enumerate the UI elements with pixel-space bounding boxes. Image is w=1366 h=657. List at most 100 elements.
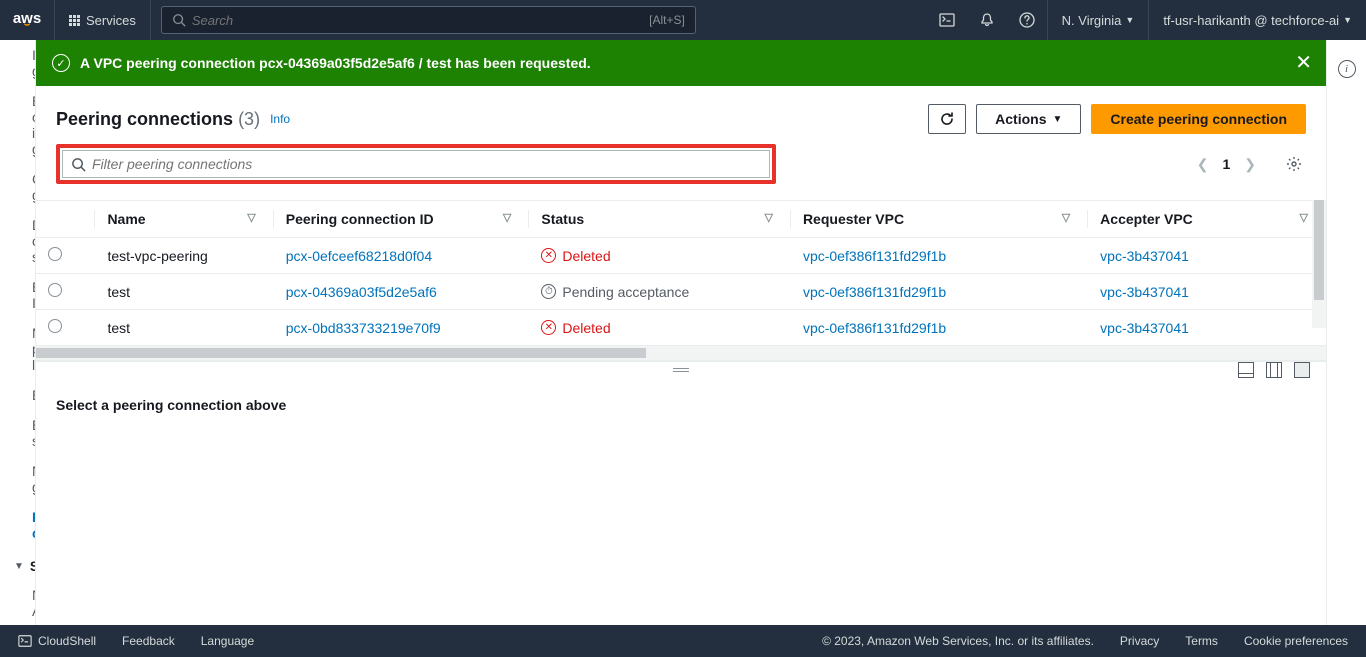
success-flash: A VPC peering connection pcx-04369a03f5d…: [36, 40, 1326, 86]
horizontal-scrollbar[interactable]: [36, 346, 1326, 360]
table-row[interactable]: testpcx-0bd833733219e70f9✕Deletedvpc-0ef…: [36, 310, 1326, 346]
sidebar-item[interactable]: Elastic IPs: [0, 272, 36, 318]
footer: CloudShell Feedback Language © 2023, Ama…: [0, 625, 1366, 657]
cloudshell-icon-button[interactable]: [927, 0, 967, 40]
aws-logo[interactable]: aws⌣: [0, 0, 55, 40]
cell-accepter[interactable]: vpc-3b437041: [1088, 310, 1326, 346]
footer-feedback[interactable]: Feedback: [122, 634, 175, 648]
footer-copyright: © 2023, Amazon Web Services, Inc. or its…: [822, 634, 1094, 648]
cell-pcx[interactable]: pcx-0bd833733219e70f9: [274, 310, 530, 346]
page-next[interactable]: ❯: [1244, 156, 1256, 173]
sort-icon[interactable]: ▽: [503, 211, 511, 224]
item-count: (3): [238, 109, 260, 129]
view-split-horizontal[interactable]: [1238, 362, 1254, 378]
notifications-button[interactable]: [967, 0, 1007, 40]
flash-close-button[interactable]: ✕: [1295, 53, 1312, 73]
content-area: A VPC peering connection pcx-04369a03f5d…: [36, 40, 1366, 625]
caret-down-icon: ▼: [1343, 15, 1352, 25]
triangle-down-icon: ▼: [1053, 114, 1063, 125]
account-menu[interactable]: tf-usr-harikanth @ techforce-ai ▼: [1149, 0, 1366, 40]
detail-panel: Select a peering connection above: [36, 377, 1326, 625]
search-input[interactable]: [192, 13, 649, 28]
cell-status: ⏱Pending acceptance: [529, 274, 791, 310]
top-nav: aws⌣ Services [Alt+S] N. Virginia ▼ tf-u…: [0, 0, 1366, 40]
actions-button[interactable]: Actions ▼: [976, 104, 1081, 134]
cell-requester[interactable]: vpc-0ef386f131fd29f1b: [791, 274, 1088, 310]
column-header[interactable]: Peering connection ID▽: [274, 201, 530, 238]
right-rail: i: [1326, 40, 1366, 625]
sort-icon[interactable]: ▽: [764, 211, 772, 224]
detail-message: Select a peering connection above: [56, 397, 1306, 413]
sort-icon[interactable]: ▽: [247, 211, 255, 224]
info-link[interactable]: Info: [270, 112, 290, 126]
terminal-icon: [18, 634, 32, 648]
cell-name: test: [95, 274, 273, 310]
column-header[interactable]: Status▽: [529, 201, 791, 238]
search-icon: [172, 13, 186, 27]
vertical-scrollbar[interactable]: [1312, 200, 1326, 328]
filter-input[interactable]: [92, 156, 761, 172]
global-search[interactable]: [Alt+S]: [161, 6, 696, 34]
help-icon: [1019, 12, 1035, 28]
sidebar-item[interactable]: Endpoints: [0, 380, 36, 410]
flash-message: A VPC peering connection pcx-04369a03f5d…: [80, 55, 591, 71]
cell-status: ✕Deleted: [529, 238, 791, 274]
region-selector[interactable]: N. Virginia ▼: [1047, 0, 1150, 40]
table-row[interactable]: test-vpc-peeringpcx-0efceef68218d0f04✕De…: [36, 238, 1326, 274]
sidebar-item[interactable]: Network ACLs: [0, 580, 36, 625]
footer-terms[interactable]: Terms: [1185, 634, 1218, 648]
cell-accepter[interactable]: vpc-3b437041: [1088, 238, 1326, 274]
grid-icon: [69, 15, 80, 26]
gear-icon: [1286, 156, 1302, 172]
sort-icon[interactable]: ▽: [1300, 211, 1308, 224]
view-split-vertical[interactable]: [1266, 362, 1282, 378]
cell-name: test: [95, 310, 273, 346]
sidebar-item[interactable]: Egress-only internet gateways: [0, 86, 36, 164]
row-radio[interactable]: [48, 319, 62, 333]
sidebar-item[interactable]: DHCP option sets: [0, 210, 36, 272]
refresh-button[interactable]: [928, 104, 966, 134]
sort-icon[interactable]: ▽: [1062, 211, 1070, 224]
panel-header: Peering connections (3) Info Actions ▼ C…: [36, 86, 1326, 134]
caret-down-icon: ▼: [1125, 15, 1134, 25]
column-header[interactable]: Name▽: [95, 201, 273, 238]
sidebar-item[interactable]: Peering connections: [0, 502, 36, 548]
cell-accepter[interactable]: vpc-3b437041: [1088, 274, 1326, 310]
cell-pcx[interactable]: pcx-04369a03f5d2e5af6: [274, 274, 530, 310]
split-resizer[interactable]: [36, 361, 1326, 377]
error-icon: ✕: [541, 248, 556, 263]
view-full[interactable]: [1294, 362, 1310, 378]
footer-language[interactable]: Language: [201, 634, 254, 648]
sidebar-item[interactable]: NAT gateways: [0, 456, 36, 502]
footer-cloudshell[interactable]: CloudShell: [18, 634, 96, 648]
services-label: Services: [86, 13, 136, 28]
preferences-button[interactable]: [1282, 152, 1306, 176]
row-radio[interactable]: [48, 247, 62, 261]
page-prev[interactable]: ❮: [1197, 156, 1209, 173]
cell-requester[interactable]: vpc-0ef386f131fd29f1b: [791, 238, 1088, 274]
column-header[interactable]: Requester VPC▽: [791, 201, 1088, 238]
sidebar-item[interactable]: Carrier gateways: [0, 164, 36, 210]
table-row[interactable]: testpcx-04369a03f5d2e5af6⏱Pending accept…: [36, 274, 1326, 310]
peering-table: Name▽Peering connection ID▽Status▽Reques…: [36, 200, 1326, 346]
services-button[interactable]: Services: [55, 0, 151, 40]
column-header[interactable]: Accepter VPC▽: [1088, 201, 1326, 238]
info-icon[interactable]: i: [1338, 60, 1356, 78]
cell-status: ✕Deleted: [529, 310, 791, 346]
footer-privacy[interactable]: Privacy: [1120, 634, 1159, 648]
row-radio[interactable]: [48, 283, 62, 297]
cell-pcx[interactable]: pcx-0efceef68218d0f04: [274, 238, 530, 274]
footer-cookies[interactable]: Cookie preferences: [1244, 634, 1348, 648]
sidebar-item[interactable]: Endpoint services: [0, 410, 36, 456]
clock-icon: ⏱: [541, 284, 556, 299]
sidebar-item[interactable]: Internet gateways: [0, 40, 36, 86]
sidebar-item[interactable]: Managed prefix lists: [0, 318, 36, 380]
search-icon: [71, 157, 86, 172]
page-number: 1: [1222, 156, 1230, 172]
help-button[interactable]: [1007, 0, 1047, 40]
filter-input-container[interactable]: [62, 150, 770, 178]
create-peering-button[interactable]: Create peering connection: [1091, 104, 1306, 134]
paginator: ❮ 1 ❯: [1197, 156, 1256, 173]
sidebar-group-security[interactable]: ▼Security: [0, 548, 35, 580]
cell-requester[interactable]: vpc-0ef386f131fd29f1b: [791, 310, 1088, 346]
